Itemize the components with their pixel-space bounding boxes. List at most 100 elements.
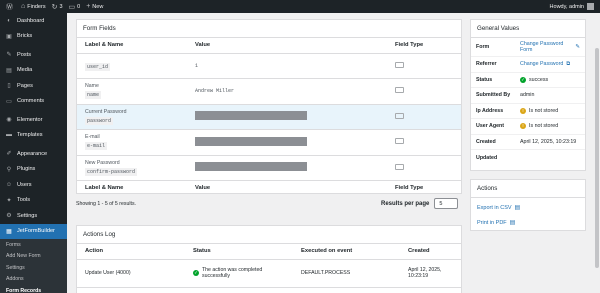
home-icon: ⌂ — [21, 3, 26, 10]
sidebar-item-jetformbuilder[interactable]: ▦ JetFormBuilder — [0, 223, 67, 239]
column-header-label-name: Label & Name — [77, 38, 187, 54]
sidebar-item-label: Templates — [17, 132, 43, 139]
sidebar-item-tools[interactable]: ✦ Tools — [0, 193, 67, 209]
sidebar-item-posts[interactable]: ✎ Posts — [0, 47, 67, 63]
export-csv-link[interactable]: Export in CSV ▤ — [471, 200, 585, 215]
sidebar-item-settings[interactable]: ⚙ Settings — [0, 208, 67, 224]
field-type-icon — [395, 87, 404, 94]
submenu-item-form-records[interactable]: Form Records — [0, 285, 67, 293]
table-row: Update User (4000) ✓ The action was compl… — [77, 259, 461, 288]
plugin-icon: ⚲ — [6, 166, 12, 173]
edit-icon[interactable]: ✎ — [575, 44, 580, 50]
general-values-title: General Values — [471, 20, 585, 38]
footer-header-label-name: Label & Name — [77, 180, 187, 196]
sidebar-item-users[interactable]: ☺ Users — [0, 177, 67, 193]
sidebar-item-label: JetFormBuilder — [17, 228, 55, 235]
comment-icon: ▭ — [6, 98, 12, 105]
bricks-icon: ▣ — [6, 33, 12, 40]
site-name-link[interactable]: ⌂ Finders — [21, 3, 46, 10]
submenu-item-settings[interactable]: Settings — [0, 262, 67, 274]
referrer-link[interactable]: Change Password — [520, 61, 563, 67]
sidebar-item-elementor[interactable]: ◉ Elementor — [0, 112, 67, 128]
new-content-link[interactable]: + New — [86, 3, 103, 10]
sidebar-item-label: Dashboard — [17, 17, 45, 24]
admin-sidebar: ◐ Dashboard ▣ Bricks ✎ Posts ▤ Media ▯ Pages ▭ Comm… — [0, 13, 67, 293]
results-per-page-label: Results per page — [381, 200, 430, 207]
sidebar-item-label: Pages — [17, 82, 33, 89]
value-cell — [187, 155, 387, 181]
refresh-icon: ↻ — [51, 3, 58, 11]
pagination-summary: Showing 1 - 5 of 5 results. — [76, 201, 136, 207]
elementor-icon: ◉ — [6, 117, 12, 124]
created-cell: April 12, 2025, 10:23:19 — [400, 259, 461, 288]
form-link[interactable]: Change Password Form — [520, 41, 572, 53]
field-name-code: confirm-password — [85, 167, 138, 176]
sidebar-item-label: Appearance — [17, 150, 48, 157]
submenu-item-add-new-form[interactable]: Add New Form — [0, 251, 67, 263]
submenu-item-addons[interactable]: Addons — [0, 274, 67, 286]
action-cell: Update User (4000) — [77, 259, 185, 288]
print-pdf-link[interactable]: Print in PDF ▤ — [471, 215, 585, 230]
footer-header-value: Value — [187, 180, 387, 196]
sidebar-item-bricks[interactable]: ▣ Bricks — [0, 29, 67, 45]
scrollbar-thumb[interactable] — [595, 48, 599, 268]
sidebar-item-templates[interactable]: ▬ Templates — [0, 128, 67, 144]
brush-icon: ✐ — [6, 151, 12, 158]
external-link-icon[interactable]: ⧉ — [566, 61, 570, 68]
table-row: New Password confirm-password — [77, 155, 461, 181]
actions-log-panel: Actions Log Action Status Executed on ev… — [76, 225, 462, 293]
form-fields-title: Form Fields — [77, 20, 461, 38]
submenu-item-forms[interactable]: Forms — [0, 239, 67, 251]
masked-value — [195, 162, 307, 172]
sidebar-item-plugins[interactable]: ⚲ Plugins — [0, 162, 67, 178]
sidebar-item-pages[interactable]: ▯ Pages — [0, 78, 67, 94]
updates-link[interactable]: ↻ 3 — [52, 3, 63, 11]
sidebar-item-media[interactable]: ▤ Media — [0, 63, 67, 79]
actions-title: Actions — [471, 180, 585, 198]
label-name-cell: Name name — [77, 78, 187, 105]
field-label: Name — [85, 83, 99, 90]
jetformbuilder-icon: ▦ — [6, 228, 12, 235]
value-cell — [187, 129, 387, 156]
sidebar-item-label: Posts — [17, 51, 31, 58]
value-cell: 1 — [187, 53, 387, 79]
status-cell: ✓ The action was completed successfully — [185, 259, 293, 288]
field-label: New Password — [85, 159, 120, 166]
table-row: Current Password password — [77, 104, 461, 130]
pin-icon: ✎ — [6, 52, 12, 59]
results-per-page-input[interactable]: 5 — [434, 198, 459, 209]
actions-panel: Actions Export in CSV ▤ Print in PDF ▤ — [470, 179, 586, 231]
actions-log-title: Actions Log — [77, 226, 461, 244]
account-menu[interactable]: Howdy, admin — [550, 3, 594, 10]
sidebar-item-comments[interactable]: ▭ Comments — [0, 94, 67, 110]
field-name-code: user_id — [85, 62, 111, 71]
event-cell: DEFAULT.PROCESS — [293, 259, 400, 288]
warning-icon: ! — [520, 123, 526, 130]
dashboard-icon: ◐ — [7, 17, 11, 24]
masked-value — [195, 111, 307, 121]
sidebar-item-label: Bricks — [17, 33, 33, 40]
masked-value — [195, 136, 307, 146]
sidebar-item-label: Comments — [17, 98, 45, 105]
page-scrollbar[interactable] — [594, 13, 600, 293]
column-header-value: Value — [187, 38, 387, 54]
sidebar-item-dashboard[interactable]: ◐ Dashboard — [0, 13, 67, 29]
sidebar-item-label: Users — [17, 181, 32, 188]
footer-header-field-type: Field Type — [387, 180, 461, 196]
sidebar-item-label: Tools — [17, 197, 31, 204]
comments-link[interactable]: ▭ 0 — [69, 3, 81, 11]
field-type-icon — [395, 112, 404, 119]
admin-bar: Ⓦ ⌂ Finders ↻ 3 ▭ 0 + New Howdy, admin — [0, 0, 600, 13]
document-icon: ▤ — [514, 205, 521, 211]
ip-address-row: Ip Address ! Is not stored — [471, 104, 585, 119]
sidebar-item-appearance[interactable]: ✐ Appearance — [0, 146, 67, 162]
wrench-icon: ✦ — [6, 197, 12, 204]
field-value: 1 — [195, 62, 199, 69]
wordpress-logo-icon[interactable]: Ⓦ — [6, 2, 15, 12]
value-cell: Andrew Miller — [187, 78, 387, 105]
settings-icon: ⚙ — [6, 213, 12, 220]
media-icon: ▤ — [6, 67, 12, 74]
sidebar-item-label: Elementor — [17, 116, 43, 123]
field-type-cell — [387, 53, 461, 79]
check-icon: ✓ — [520, 76, 526, 83]
